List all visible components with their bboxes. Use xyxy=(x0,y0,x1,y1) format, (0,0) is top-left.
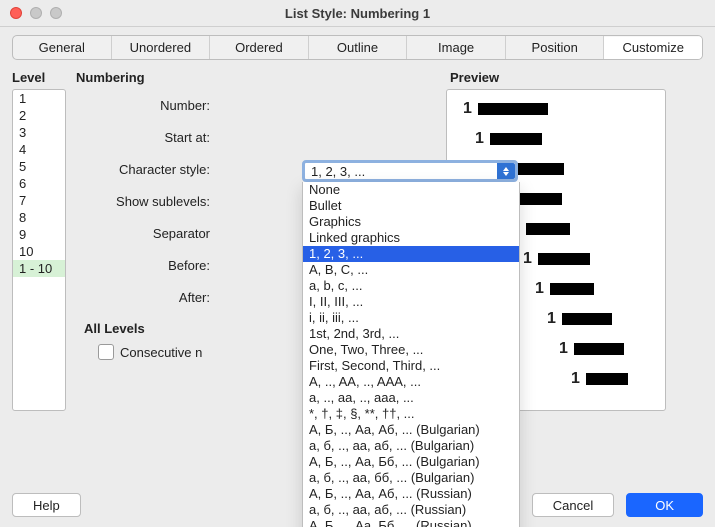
preview-number: 1 xyxy=(463,100,472,118)
preview-bar xyxy=(562,313,612,325)
preview-number: 1 xyxy=(475,130,484,148)
preview-bar xyxy=(574,343,624,355)
tab-general[interactable]: General xyxy=(13,36,112,59)
number-option[interactable]: 1st, 2nd, 3rd, ... xyxy=(303,326,519,342)
number-option[interactable]: None xyxy=(303,182,519,198)
preview-number: 1 xyxy=(571,370,580,388)
after-label: After: xyxy=(84,290,216,305)
number-option[interactable]: а, б, .., аа, аб, ... (Russian) xyxy=(303,502,519,518)
number-option[interactable]: А, Б, .., Аа, Бб, ... (Russian) xyxy=(303,518,519,527)
number-option[interactable]: I, II, III, ... xyxy=(303,294,519,310)
level-item[interactable]: 2 xyxy=(13,107,65,124)
number-field[interactable]: 1, 2, 3, ... xyxy=(302,160,518,182)
tab-unordered[interactable]: Unordered xyxy=(112,36,211,59)
level-item[interactable]: 8 xyxy=(13,209,65,226)
preview-bar xyxy=(478,103,548,115)
number-option[interactable]: а, б, .., аа, аб, ... (Bulgarian) xyxy=(303,438,519,454)
number-option[interactable]: Linked graphics xyxy=(303,230,519,246)
preview-bar xyxy=(586,373,628,385)
preview-bar xyxy=(526,223,570,235)
level-item[interactable]: 7 xyxy=(13,192,65,209)
number-option[interactable]: a, b, c, ... xyxy=(303,278,519,294)
ok-button[interactable]: OK xyxy=(626,493,703,517)
preview-row: 1 xyxy=(447,130,542,148)
preview-row: 1 xyxy=(447,100,548,118)
show-sublevels-label: Show sublevels: xyxy=(84,194,216,209)
preview-bar xyxy=(490,133,542,145)
help-button[interactable]: Help xyxy=(12,493,81,517)
level-item[interactable]: 10 xyxy=(13,243,65,260)
level-item[interactable]: 3 xyxy=(13,124,65,141)
level-heading: Level xyxy=(12,70,76,85)
consecutive-label: Consecutive n xyxy=(120,345,202,360)
number-option[interactable]: Graphics xyxy=(303,214,519,230)
number-option[interactable]: i, ii, iii, ... xyxy=(303,310,519,326)
level-item[interactable]: 6 xyxy=(13,175,65,192)
window: List Style: Numbering 1 GeneralUnordered… xyxy=(0,0,715,527)
number-option[interactable]: А, Б, .., Аа, Аб, ... (Russian) xyxy=(303,486,519,502)
number-combo[interactable]: 1, 2, 3, ... NoneBulletGraphicsLinked gr… xyxy=(302,160,518,182)
preview-number: 1 xyxy=(535,280,544,298)
number-option[interactable]: А, Б, .., Аа, Аб, ... (Bulgarian) xyxy=(303,422,519,438)
level-item[interactable]: 1 - 10 xyxy=(13,260,65,277)
tab-bar: GeneralUnorderedOrderedOutlineImagePosit… xyxy=(12,35,703,60)
number-value: 1, 2, 3, ... xyxy=(305,164,497,179)
number-option[interactable]: A, B, C, ... xyxy=(303,262,519,278)
stepper-icon[interactable] xyxy=(497,163,515,179)
tab-outline[interactable]: Outline xyxy=(309,36,408,59)
number-option[interactable]: One, Two, Three, ... xyxy=(303,342,519,358)
number-option[interactable]: a, .., aa, .., aaa, ... xyxy=(303,390,519,406)
number-dropdown[interactable]: NoneBulletGraphicsLinked graphics1, 2, 3… xyxy=(302,182,520,527)
preview-bar xyxy=(538,253,590,265)
preview-heading: Preview xyxy=(450,70,703,85)
level-item[interactable]: 9 xyxy=(13,226,65,243)
number-option[interactable]: А, Б, .., Аа, Бб, ... (Bulgarian) xyxy=(303,454,519,470)
number-option[interactable]: а, б, .., аа, бб, ... (Bulgarian) xyxy=(303,470,519,486)
level-item[interactable]: 1 xyxy=(13,90,65,107)
preview-bar xyxy=(550,283,594,295)
number-option[interactable]: A, .., AA, .., AAA, ... xyxy=(303,374,519,390)
window-title: List Style: Numbering 1 xyxy=(0,6,715,21)
char-style-label: Character style: xyxy=(84,162,216,177)
number-option[interactable]: *, †, ‡, §, **, ††, ... xyxy=(303,406,519,422)
tab-position[interactable]: Position xyxy=(506,36,605,59)
numbering-heading: Numbering xyxy=(76,70,450,85)
preview-bar xyxy=(514,193,562,205)
preview-number: 1 xyxy=(559,340,568,358)
preview-number: 1 xyxy=(547,310,556,328)
level-list[interactable]: 123456789101 - 10 xyxy=(12,89,66,411)
tab-customize[interactable]: Customize xyxy=(604,36,702,59)
number-option[interactable]: First, Second, Third, ... xyxy=(303,358,519,374)
preview-number: 1 xyxy=(523,250,532,268)
number-option[interactable]: 1, 2, 3, ... xyxy=(303,246,519,262)
start-at-label: Start at: xyxy=(84,130,216,145)
level-item[interactable]: 4 xyxy=(13,141,65,158)
before-label: Before: xyxy=(84,258,216,273)
cancel-button[interactable]: Cancel xyxy=(532,493,614,517)
tab-ordered[interactable]: Ordered xyxy=(210,36,309,59)
consecutive-checkbox[interactable] xyxy=(98,344,114,360)
number-option[interactable]: Bullet xyxy=(303,198,519,214)
level-item[interactable]: 5 xyxy=(13,158,65,175)
section-headers: Level Numbering Preview xyxy=(12,70,703,85)
tab-image[interactable]: Image xyxy=(407,36,506,59)
titlebar: List Style: Numbering 1 xyxy=(0,0,715,27)
number-label: Number: xyxy=(84,98,216,113)
separator-label: Separator xyxy=(84,226,216,241)
